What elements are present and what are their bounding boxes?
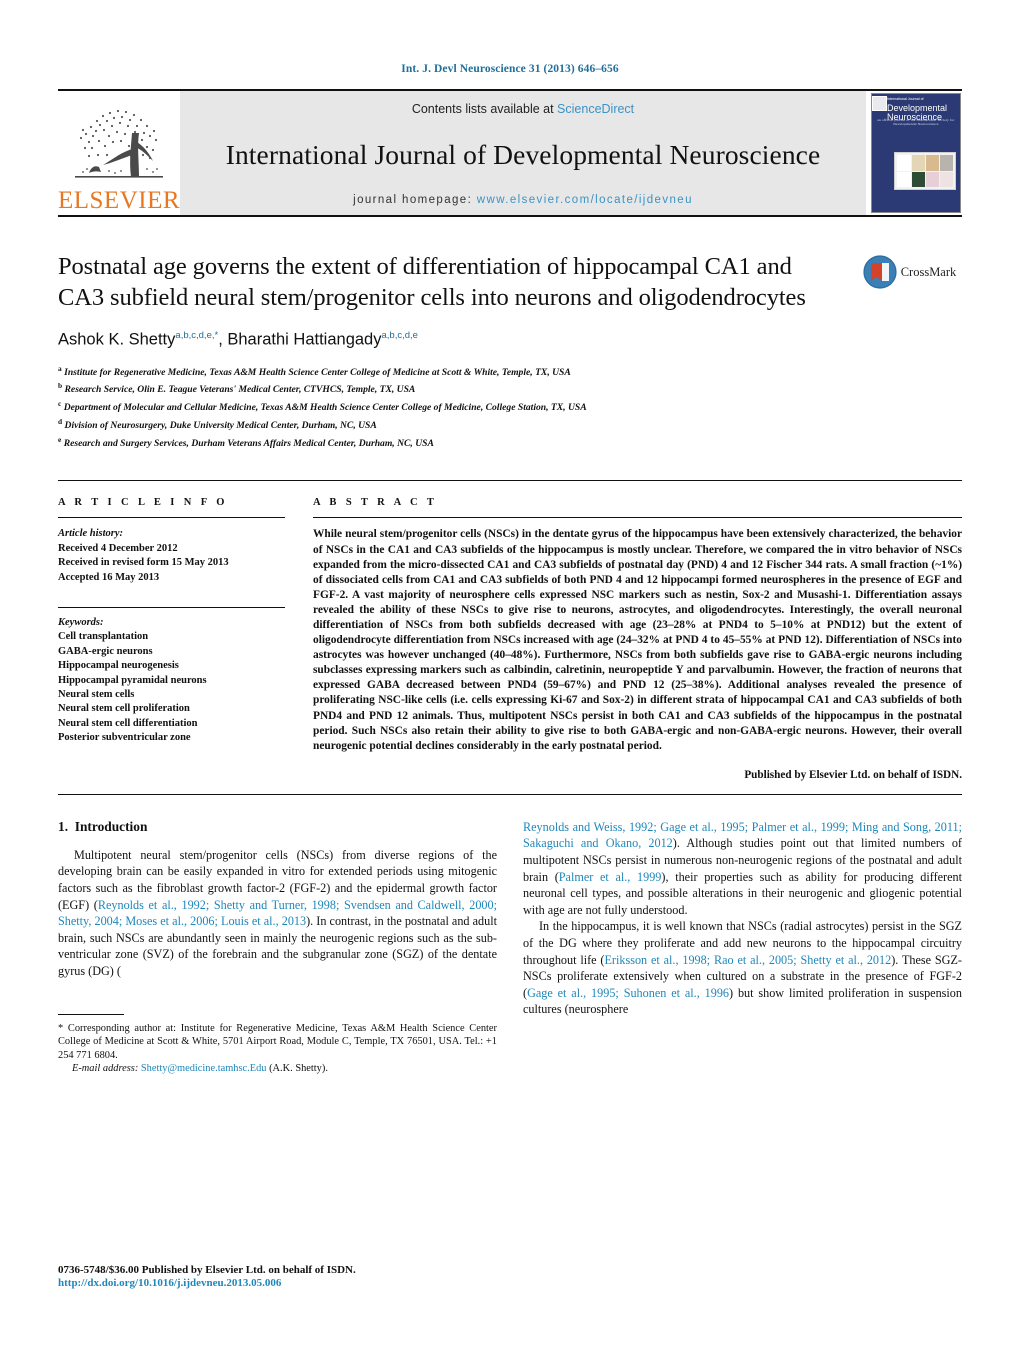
article-history-label: Article history: bbox=[58, 528, 124, 540]
affiliation-b: b Research Service, Olin E. Teague Veter… bbox=[58, 381, 416, 396]
section-heading-introduction: 1. Introduction bbox=[58, 819, 497, 835]
journal-title: International Journal of Developmental N… bbox=[225, 139, 821, 170]
citation-link[interactable]: Palmer et al., 1999 bbox=[559, 870, 662, 884]
history-received: Received 4 December 2012 bbox=[58, 542, 178, 554]
cover-panel-c bbox=[940, 155, 953, 171]
crossmark-icon bbox=[863, 255, 897, 289]
author-name-2[interactable]: Bharathi Hattiangady bbox=[227, 331, 381, 349]
article-info-rule bbox=[58, 517, 285, 519]
cover-panel-f bbox=[940, 171, 953, 187]
abstract-heading: A B S T R A C T bbox=[313, 497, 438, 509]
article-history: Article history: Received 4 December 201… bbox=[58, 527, 285, 585]
affiliation-a: a Institute for Regenerative Medicine, T… bbox=[58, 363, 571, 378]
affiliation-list: a Institute for Regenerative Medicine, T… bbox=[58, 362, 962, 451]
author-separator: , bbox=[218, 330, 228, 349]
running-head: Int. J. Devl Neuroscience 31 (2013) 646–… bbox=[401, 63, 619, 75]
body-column-right: Reynolds and Weiss, 1992; Gage et al., 1… bbox=[523, 819, 962, 1076]
article-page: Int. J. Devl Neuroscience 31 (2013) 646–… bbox=[0, 0, 1020, 1351]
section-title: Introduction bbox=[74, 818, 148, 834]
cover-strapline: an official journal of the International… bbox=[877, 118, 955, 126]
keyword-item: Cell transplantation bbox=[58, 631, 149, 643]
abstract-bottom-rule bbox=[58, 793, 962, 795]
keyword-item: Hippocampal pyramidal neurons bbox=[58, 674, 207, 686]
citation-link[interactable]: Eriksson et al., 1998; Rao et al., 2005;… bbox=[604, 953, 891, 967]
intro-paragraph-1-cont: Reynolds and Weiss, 1992; Gage et al., 1… bbox=[523, 819, 962, 917]
crossmark-badge[interactable]: CrossMark bbox=[857, 251, 962, 350]
author-affil-marks-1: a,b,c,d,e,* bbox=[175, 330, 219, 341]
intro-paragraph-1: Multipotent neural stem/progenitor cells… bbox=[58, 847, 498, 978]
abstract-rule bbox=[313, 517, 962, 519]
keywords-label: Keywords: bbox=[58, 617, 104, 629]
keyword-item: Posterior subventricular zone bbox=[58, 732, 191, 744]
corresponding-author-note: * Corresponding author at: Institute for… bbox=[58, 1022, 497, 1061]
keywords-block: Keywords: Cell transplantation GABA-ergi… bbox=[58, 607, 285, 746]
email-label: E-mail address: bbox=[72, 1063, 139, 1075]
contents-prefix: Contents lists available at bbox=[411, 102, 558, 116]
author-list: Ashok K. Shettya,b,c,d,e,*, Bharathi Hat… bbox=[58, 330, 843, 350]
keyword-item: Neural stem cell differentiation bbox=[58, 717, 198, 729]
article-info-heading: A R T I C L E I N F O bbox=[58, 497, 228, 509]
cover-image: International Journal of Developmental N… bbox=[871, 93, 961, 213]
elsevier-tree-icon bbox=[75, 109, 163, 178]
section-number: 1. bbox=[58, 818, 69, 834]
elsevier-logo: ELSEVIER bbox=[58, 91, 180, 215]
history-revised: Received in revised form 15 May 2013 bbox=[58, 557, 229, 569]
elsevier-wordmark: ELSEVIER bbox=[57, 187, 181, 214]
masthead-center: Contents lists available at ScienceDirec… bbox=[180, 91, 866, 215]
intro-paragraph-2: In the hippocampus, it is well known tha… bbox=[523, 919, 962, 1017]
affiliation-e: e Research and Surgery Services, Durham … bbox=[58, 434, 434, 449]
journal-homepage-line: journal homepage: www.elsevier.com/locat… bbox=[353, 194, 693, 206]
cover-panel-label-1 bbox=[897, 155, 911, 171]
doi-link[interactable]: http://dx.doi.org/10.1016/j.ijdevneu.201… bbox=[58, 1277, 508, 1289]
journal-masthead: ELSEVIER Contents lists available at Sci… bbox=[58, 89, 962, 217]
cover-figure-panel bbox=[894, 152, 956, 190]
title-block: Postnatal age governs the extent of diff… bbox=[58, 251, 962, 350]
history-accepted: Accepted 16 May 2013 bbox=[58, 571, 160, 583]
citation-link[interactable]: Gage et al., 1995; Suhonen et al., 1996 bbox=[527, 986, 729, 1000]
affiliation-c: c Department of Molecular and Cellular M… bbox=[58, 399, 587, 414]
homepage-url-link[interactable]: www.elsevier.com/locate/ijdevneu bbox=[477, 194, 693, 206]
footnote-divider bbox=[58, 1013, 124, 1015]
crossmark-label: CrossMark bbox=[900, 264, 957, 279]
info-abstract-section: A R T I C L E I N F O Article history: R… bbox=[58, 480, 962, 781]
email-link[interactable]: Shetty@medicine.tamhsc.Edu bbox=[141, 1063, 267, 1074]
cover-panel-a bbox=[912, 155, 925, 171]
abstract-column: A B S T R A C T While neural stem/progen… bbox=[313, 497, 962, 781]
author-affil-marks-2: a,b,c,d,e bbox=[381, 330, 418, 341]
keyword-item: Neural stem cells bbox=[58, 689, 135, 701]
sciencedirect-link[interactable]: ScienceDirect bbox=[557, 102, 634, 116]
cover-panel-e bbox=[926, 171, 939, 187]
keyword-item: GABA-ergic neurons bbox=[58, 645, 153, 657]
page-title: Postnatal age governs the extent of diff… bbox=[58, 253, 806, 311]
body-columns: 1. Introduction Multipotent neural stem/… bbox=[58, 819, 962, 1076]
keyword-item: Neural stem cell proliferation bbox=[58, 703, 190, 715]
homepage-label: journal homepage: bbox=[353, 194, 473, 206]
contents-available-line: Contents lists available at ScienceDirec… bbox=[412, 102, 634, 116]
footnote-block: * Corresponding author at: Institute for… bbox=[58, 1013, 497, 1076]
keyword-item: Hippocampal neurogenesis bbox=[58, 660, 179, 672]
page-footer: 0736-5748/$36.00 Published by Elsevier L… bbox=[58, 1264, 508, 1289]
article-info-column: A R T I C L E I N F O Article history: R… bbox=[58, 497, 313, 780]
abstract-text: While neural stem/progenitor cells (NSCs… bbox=[313, 528, 962, 752]
email-note: E-mail address: Shetty@medicine.tamhsc.E… bbox=[72, 1063, 328, 1075]
cover-society-logo-icon bbox=[872, 96, 887, 111]
keywords-rule bbox=[58, 607, 285, 609]
cover-panel-label-2 bbox=[897, 171, 911, 187]
abstract-publisher-line: Published by Elsevier Ltd. on behalf of … bbox=[744, 768, 962, 781]
cover-panel-d bbox=[912, 171, 925, 187]
author-name-1[interactable]: Ashok K. Shetty bbox=[58, 331, 175, 349]
body-column-left: 1. Introduction Multipotent neural stem/… bbox=[58, 819, 497, 1076]
issn-copyright-line: 0736-5748/$36.00 Published by Elsevier L… bbox=[58, 1264, 356, 1276]
cover-panel-b bbox=[926, 155, 939, 171]
journal-cover-thumbnail: International Journal of Developmental N… bbox=[870, 91, 962, 215]
affiliation-d: d Division of Neurosurgery, Duke Univers… bbox=[58, 416, 377, 432]
